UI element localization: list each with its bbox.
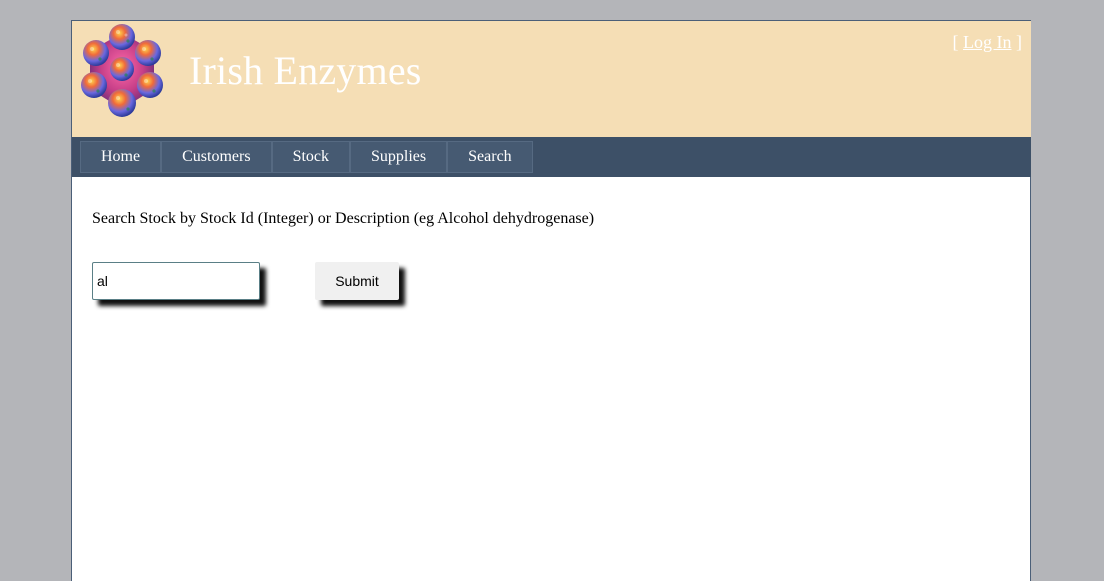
submit-button[interactable]: Submit xyxy=(315,262,399,300)
login-link[interactable]: Log In xyxy=(963,32,1012,52)
nav-item-search[interactable]: Search xyxy=(447,141,533,173)
nav-item-home[interactable]: Home xyxy=(80,141,162,173)
enzyme-molecule-logo-icon xyxy=(81,24,163,117)
login-area: [ Log In ] xyxy=(953,32,1023,53)
nav-item-supplies[interactable]: Supplies xyxy=(350,141,448,173)
main-navigation: Home Customers Stock Supplies Search xyxy=(72,137,1031,177)
site-title: Irish Enzymes xyxy=(189,48,422,93)
search-instructions: Search Stock by Stock Id (Integer) or De… xyxy=(92,210,595,227)
site-header: Irish Enzymes [ Log In ] xyxy=(72,21,1031,137)
search-input[interactable] xyxy=(92,262,260,300)
nav-item-stock[interactable]: Stock xyxy=(271,141,351,173)
login-bracket-open: [ xyxy=(952,32,963,52)
nav-item-customers[interactable]: Customers xyxy=(161,141,272,173)
nav-list: Home Customers Stock Supplies Search xyxy=(80,141,533,173)
login-bracket-close: ] xyxy=(1011,32,1022,52)
page-container: Irish Enzymes [ Log In ] Home Customers … xyxy=(71,20,1031,581)
